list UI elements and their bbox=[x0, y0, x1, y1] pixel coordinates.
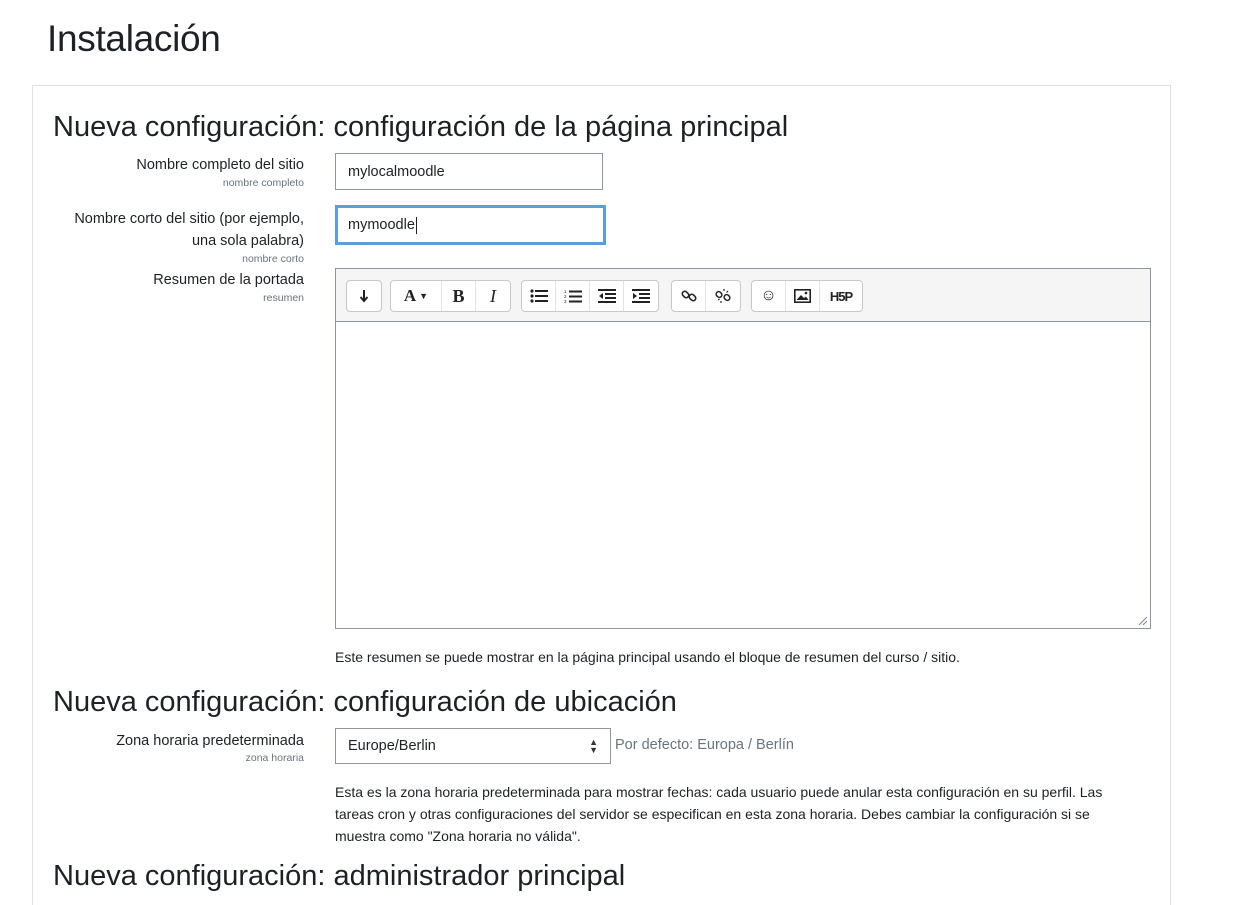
font-style-icon[interactable]: A ▼ bbox=[391, 281, 442, 311]
fullname-label: Nombre completo del sitio bbox=[136, 157, 304, 173]
shortname-value: mymoodle bbox=[348, 217, 415, 233]
svg-text:3: 3 bbox=[564, 299, 567, 304]
ordered-list-icon[interactable]: 123 bbox=[556, 281, 590, 311]
timezone-label: Zona horaria predeterminada bbox=[116, 733, 304, 749]
resize-handle-icon[interactable] bbox=[1138, 616, 1148, 626]
fullname-input[interactable]: mylocalmoodle bbox=[335, 153, 603, 190]
summary-sublabel: resumen bbox=[263, 292, 304, 304]
h5p-icon[interactable]: H5P bbox=[820, 281, 862, 311]
bold-icon[interactable]: B bbox=[442, 281, 476, 311]
shortname-label-line1: Nombre corto del sitio (por ejemplo, bbox=[74, 211, 304, 227]
outdent-icon[interactable] bbox=[590, 281, 624, 311]
summary-label: Resumen de la portada bbox=[153, 272, 304, 288]
shortname-input[interactable]: mymoodle bbox=[335, 205, 606, 245]
select-arrows-icon: ▲ ▼ bbox=[589, 737, 598, 755]
toolbar-group-style: A ▼ B I bbox=[390, 280, 511, 312]
editor-toolbar: A ▼ B I 123 ☺ H5P bbox=[336, 269, 1150, 322]
summary-help-text: Este resumen se puede mostrar en la pági… bbox=[335, 649, 960, 665]
timezone-select[interactable]: Europe/Berlin ▲ ▼ bbox=[335, 728, 611, 764]
timezone-help-line-2: tareas cron y otras configuraciones del … bbox=[335, 806, 1090, 822]
timezone-help-line-3: muestra como "Zona horaria no válida". bbox=[335, 828, 581, 844]
page-title: Instalación bbox=[47, 18, 221, 59]
text-caret bbox=[415, 216, 417, 234]
toolbar-group-lists: 123 bbox=[521, 280, 659, 312]
shortname-sublabel: nombre corto bbox=[242, 253, 304, 265]
image-icon[interactable] bbox=[786, 281, 820, 311]
summary-editor[interactable]: A ▼ B I 123 ☺ H5P bbox=[335, 268, 1151, 629]
section-heading-admin: Nueva configuración: administrador princ… bbox=[53, 860, 626, 892]
fullname-sublabel: nombre completo bbox=[222, 177, 304, 189]
unlink-icon[interactable] bbox=[706, 281, 740, 311]
timezone-default-text: Por defecto: Europa / Berlín bbox=[615, 737, 794, 753]
timezone-sublabel: zona horaria bbox=[245, 752, 304, 764]
shortname-label-line2: una sola palabra) bbox=[191, 233, 304, 249]
fullname-value: mylocalmoodle bbox=[348, 163, 445, 180]
italic-icon[interactable]: I bbox=[476, 281, 510, 311]
toolbar-group-insert: ☺ H5P bbox=[751, 280, 863, 312]
toolbar-group-links bbox=[671, 280, 741, 312]
section-heading-location: Nueva configuración: configuración de ub… bbox=[53, 686, 677, 718]
indent-icon[interactable] bbox=[624, 281, 658, 311]
timezone-help-line-1: Esta es la zona horaria predeterminada p… bbox=[335, 784, 1103, 800]
expand-toolbar-icon[interactable] bbox=[347, 281, 381, 311]
timezone-selected-value: Europe/Berlin bbox=[348, 738, 436, 754]
toolbar-group-expand bbox=[346, 280, 382, 312]
section-heading-frontpage: Nueva configuración: configuración de la… bbox=[53, 111, 789, 143]
emoji-icon[interactable]: ☺ bbox=[752, 281, 786, 311]
unordered-list-icon[interactable] bbox=[522, 281, 556, 311]
link-icon[interactable] bbox=[672, 281, 706, 311]
